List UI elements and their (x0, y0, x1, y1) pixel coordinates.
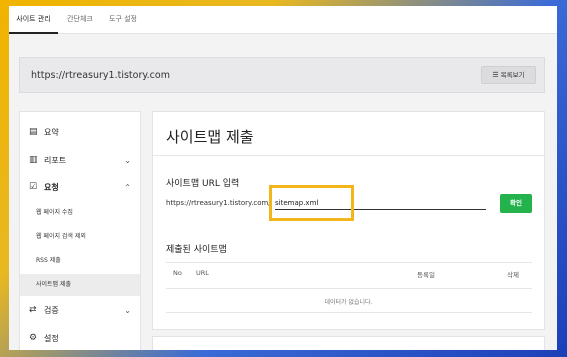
sidebar-item-label: 설정 (44, 334, 59, 343)
sidebar-item-label: 리포트 (44, 156, 67, 165)
sidebar-item-label: 요약 (44, 128, 59, 137)
confirm-button[interactable]: 확인 (500, 194, 532, 213)
chevron-up-icon: ⌃ (124, 183, 131, 192)
sidebar-item-report[interactable]: ▥ 리포트 ⌄ (20, 148, 140, 174)
sidebar-subitem-label: 웹 페이지 검색 제외 (36, 233, 86, 240)
empty-table-message: 데이터가 없습니다. (324, 299, 373, 306)
sidebar-item-label: 검증 (44, 306, 59, 315)
sidebar-subitem-label: RSS 제출 (36, 257, 61, 264)
column-header-no: No (173, 269, 182, 277)
chevron-down-icon: ⌄ (124, 306, 131, 315)
page-title: 사이트맵 제출 (166, 128, 254, 146)
tab-tool-settings[interactable]: 도구 설정 (103, 6, 143, 34)
sidebar-subitem-label: 웹 페이지 수집 (36, 209, 73, 216)
sidebar-item-label: 요청 (44, 183, 59, 192)
table-header-border (166, 288, 532, 289)
main-panel: 사이트맵 제출 사이트맵 URL 입력 https://rtreasury1.t… (152, 111, 545, 330)
sidebar-item-verify[interactable]: ⇄ 검증 ⌄ (20, 298, 140, 324)
chevron-down-icon: ⌄ (124, 156, 131, 165)
submitted-sitemaps-title: 제출된 사이트맵 (166, 245, 227, 255)
list-view-label: 목록보기 (500, 71, 525, 79)
sidebar-subitem-sitemap[interactable]: 사이트맵 제출 (20, 274, 140, 296)
tab-site-management[interactable]: 사이트 관리 (9, 6, 58, 34)
url-prefix: https://rtreasury1.tistory.com/ (166, 199, 271, 207)
table-top-border (166, 262, 532, 263)
table-bottom-border (166, 312, 532, 313)
sidebar-subitem-label: 사이트맵 제출 (36, 281, 72, 288)
sidebar-item-request[interactable]: ☑ 요청 ⌃ (20, 175, 140, 201)
sidebar-item-settings[interactable]: ⚙ 설정 (20, 326, 140, 350)
app-window: 사이트 관리 간단체크 도구 설정 https://rtreasury1.tis… (9, 6, 557, 350)
secondary-panel (152, 336, 545, 350)
column-header-date: 등록일 (417, 271, 435, 279)
chart-icon: ▥ (29, 155, 38, 165)
column-header-url: URL (196, 269, 209, 277)
clipboard-icon: ▤ (29, 127, 38, 137)
sidebar-subitem-rss[interactable]: RSS 제출 (20, 250, 140, 272)
list-view-button[interactable]: ☰ 목록보기 (481, 66, 536, 84)
site-url: https://rtreasury1.tistory.com (31, 70, 170, 81)
tab-quick-check[interactable]: 간단체크 (61, 6, 99, 34)
swap-icon: ⇄ (29, 305, 37, 315)
sitemap-url-section-title: 사이트맵 URL 입력 (166, 179, 240, 189)
highlight-box (269, 185, 354, 221)
top-tabs: 사이트 관리 간단체크 도구 설정 (9, 6, 557, 34)
site-url-bar: https://rtreasury1.tistory.com ☰ 목록보기 (19, 57, 545, 93)
divider (153, 155, 544, 156)
gear-icon: ⚙ (29, 333, 38, 343)
check-square-icon: ☑ (29, 182, 38, 192)
sidebar-subitem-page-exclude[interactable]: 웹 페이지 검색 제외 (20, 226, 140, 248)
sidebar: ▤ 요약 ▥ 리포트 ⌄ ☑ 요청 ⌃ 웹 페이지 수집 웹 페이지 검색 제외… (19, 111, 141, 350)
sidebar-subitem-page-collect[interactable]: 웹 페이지 수집 (20, 202, 140, 224)
sidebar-item-summary[interactable]: ▤ 요약 (20, 120, 140, 146)
column-header-delete: 삭제 (507, 271, 519, 279)
list-icon: ☰ (492, 71, 499, 79)
